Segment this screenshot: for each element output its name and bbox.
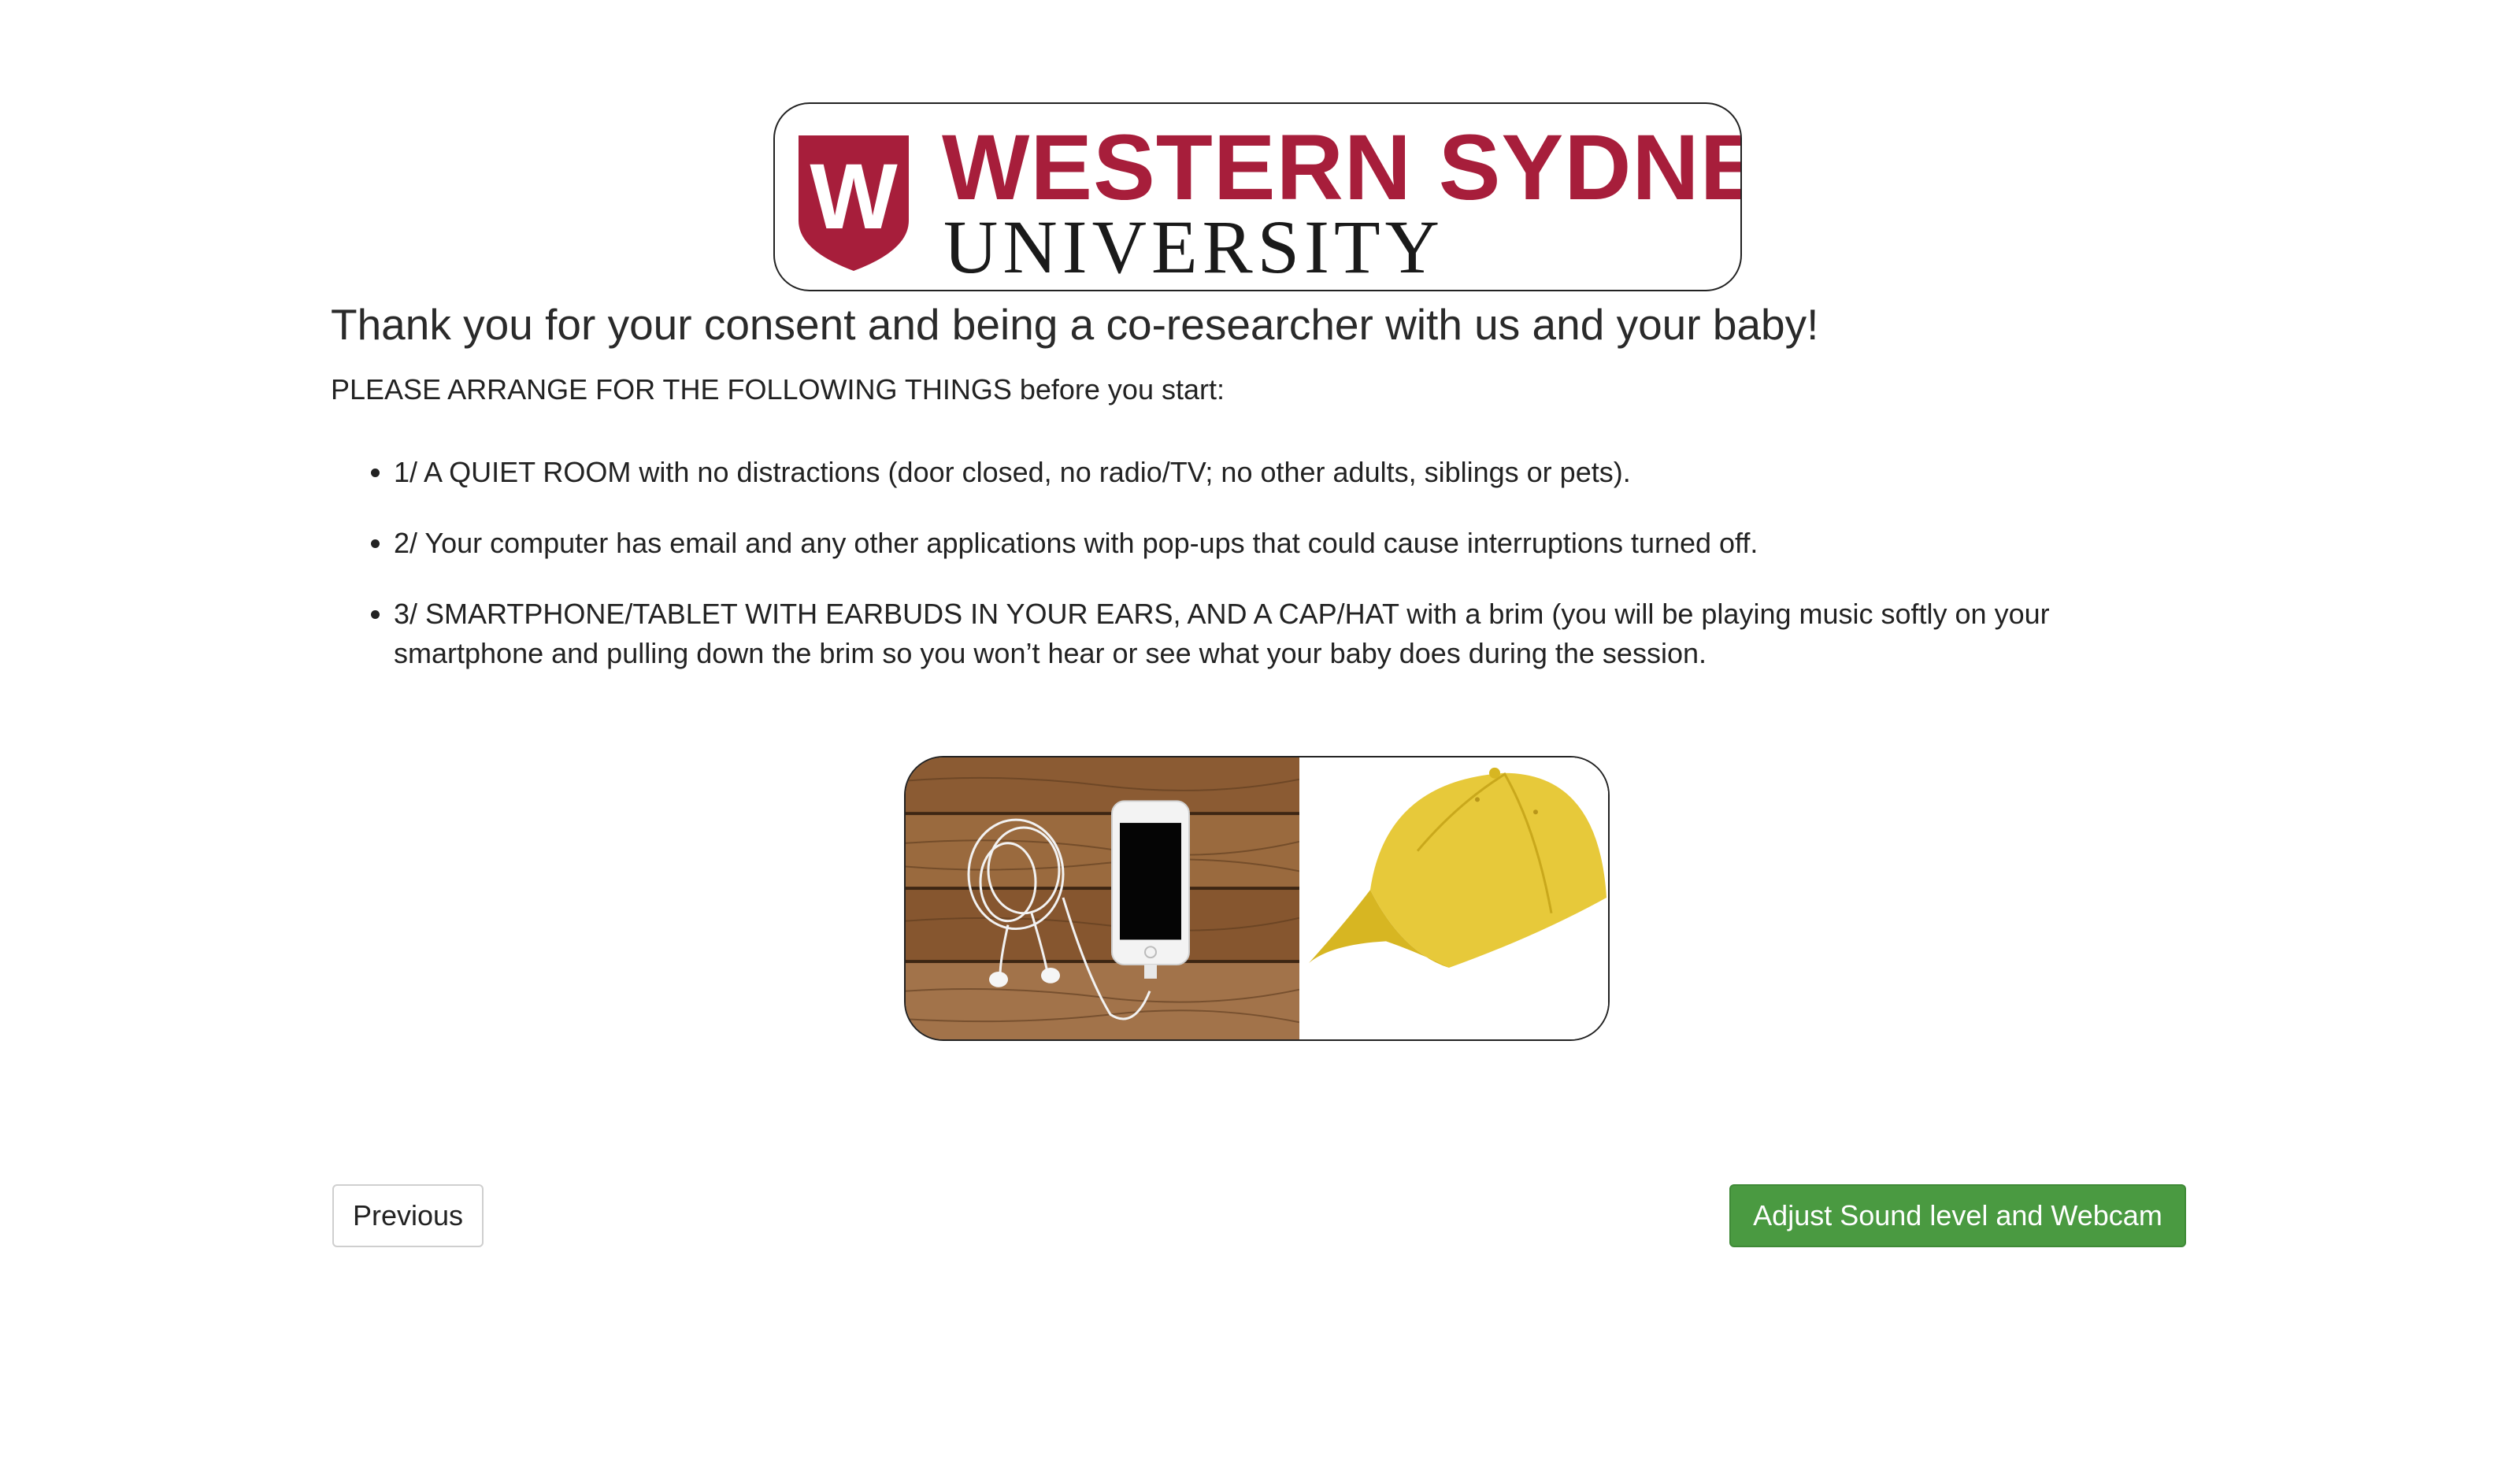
checklist-item-smartphone-cap: 3/ SMARTPHONE/TABLET WITH EARBUDS IN YOU… xyxy=(394,594,2158,673)
shield-icon: W xyxy=(799,135,909,271)
smartphone-earbuds-image xyxy=(906,757,1299,1039)
previous-button[interactable]: Previous xyxy=(332,1184,484,1247)
page-title: Thank you for your consent and being a c… xyxy=(331,300,1819,349)
instructions-text: PLEASE ARRANGE FOR THE FOLLOWING THINGS … xyxy=(331,373,1225,406)
checklist-item-quiet-room: 1/ A QUIET ROOM with no distractions (do… xyxy=(394,453,2158,492)
shield-letter: W xyxy=(810,145,898,249)
yellow-cap-image xyxy=(1299,757,1608,1039)
logo-wordmark-top: WESTERN SYDNEY xyxy=(942,116,1742,220)
checklist-item-computer: 2/ Your computer has email and any other… xyxy=(394,524,2158,563)
preparation-checklist: 1/ A QUIET ROOM with no distractions (do… xyxy=(331,453,2158,705)
adjust-sound-webcam-button[interactable]: Adjust Sound level and Webcam xyxy=(1729,1184,2186,1247)
logo-wordmark-bottom: UNIVERSITY xyxy=(943,205,1444,289)
university-logo: W WESTERN SYDNEY UNIVERSITY xyxy=(773,102,1742,291)
equipment-photo xyxy=(904,756,1610,1041)
